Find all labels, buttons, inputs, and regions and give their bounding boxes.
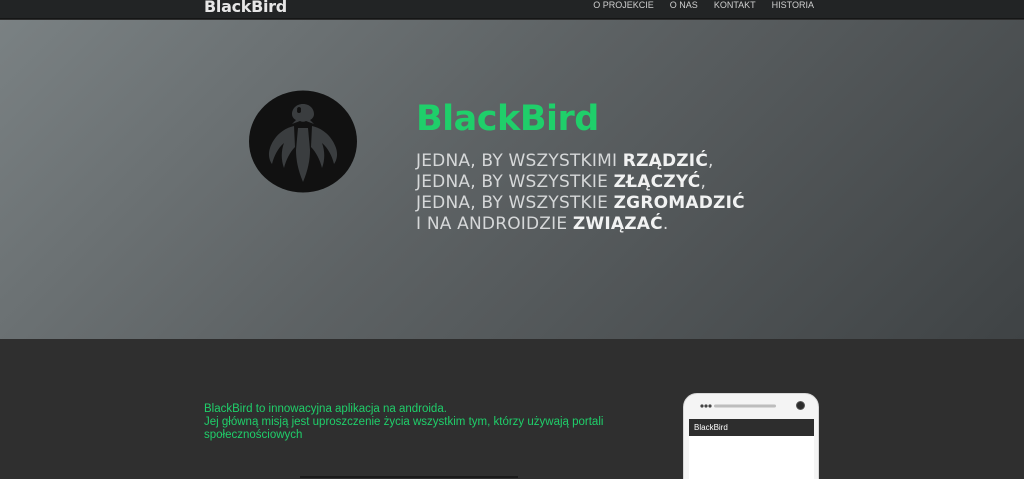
about-description: BlackBird to innowacyjna aplikacja na an… bbox=[204, 403, 644, 442]
hero-title: BlackBird bbox=[416, 99, 599, 139]
about-section: BlackBird to innowacyjna aplikacja na an… bbox=[0, 339, 1024, 479]
about-line-1: BlackBird to innowacyjna aplikacja na an… bbox=[204, 403, 447, 415]
tagline-tail: , bbox=[700, 172, 707, 192]
hero-section: BlackBird JEDNA, BY WSZYSTKIMI RZĄDZIĆ, … bbox=[0, 20, 1024, 339]
tagline-bold: ZWIĄZAĆ bbox=[572, 214, 663, 234]
tagline-text: I NA ANDROIDZIE bbox=[416, 214, 573, 234]
top-navbar: BlackBird O PROJEKCIE O NAS KONTAKT HIST… bbox=[0, 0, 1024, 19]
tagline-bold: ZGROMADZIĆ bbox=[613, 193, 745, 213]
nav-item-historia[interactable]: HISTORIA bbox=[764, 0, 822, 19]
phone-mockup: BlackBird bbox=[683, 393, 819, 479]
phone-speaker-icon bbox=[700, 404, 776, 408]
phone-camera-icon bbox=[796, 401, 805, 410]
blackbird-logo-icon bbox=[249, 90, 357, 193]
hero-tagline: JEDNA, BY WSZYSTKIMI RZĄDZIĆ, JEDNA, BY … bbox=[416, 151, 745, 235]
tagline-bold: ZŁĄCZYĆ bbox=[613, 172, 701, 192]
tagline-text: JEDNA, BY WSZYSTKIE bbox=[416, 193, 614, 213]
tagline-bold: RZĄDZIĆ bbox=[622, 151, 708, 171]
tagline-line: JEDNA, BY WSZYSTKIE ZGROMADZIĆ bbox=[416, 193, 745, 214]
tagline-line: JEDNA, BY WSZYSTKIMI RZĄDZIĆ, bbox=[416, 151, 745, 172]
tagline-line: I NA ANDROIDZIE ZWIĄZAĆ. bbox=[416, 214, 745, 235]
about-line-2: Jej główną misją jest uproszczenie życia… bbox=[204, 416, 604, 441]
tagline-line: JEDNA, BY WSZYSTKIE ZŁĄCZYĆ, bbox=[416, 172, 745, 193]
nav-menu: O PROJEKCIE O NAS KONTAKT HISTORIA bbox=[585, 0, 822, 19]
phone-screen: BlackBird bbox=[689, 419, 814, 479]
tagline-text: JEDNA, BY WSZYSTKIE bbox=[416, 172, 614, 192]
nav-item-o-projekcie[interactable]: O PROJEKCIE bbox=[585, 0, 662, 19]
tagline-tail: , bbox=[708, 151, 714, 171]
navbar-brand[interactable]: BlackBird bbox=[204, 0, 287, 16]
nav-item-o-nas[interactable]: O NAS bbox=[662, 0, 706, 19]
tagline-tail: . bbox=[662, 214, 669, 234]
phone-app-bar: BlackBird bbox=[689, 419, 814, 436]
section-divider bbox=[300, 476, 518, 478]
nav-item-kontakt[interactable]: KONTAKT bbox=[706, 0, 764, 19]
tagline-text: JEDNA, BY WSZYSTKIMI bbox=[416, 151, 623, 171]
